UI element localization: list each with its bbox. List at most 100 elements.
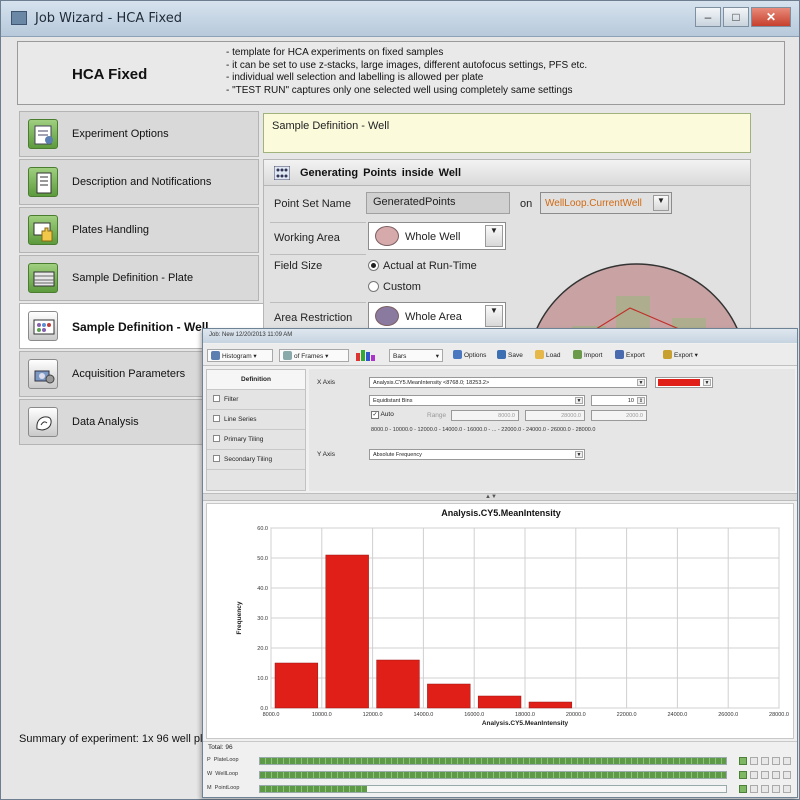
x-tick-label: 24000.0 — [667, 712, 687, 718]
panel-splitter[interactable]: ▲▼ — [203, 493, 797, 501]
point-set-name-field[interactable]: GeneratedPoints — [366, 192, 510, 214]
y-axis-select[interactable]: Absolute Frequency ▼ — [369, 449, 585, 460]
chevron-down-icon: ▼ — [575, 451, 583, 458]
histogram-select[interactable]: Histogram ▾ — [207, 349, 273, 362]
series-color-select[interactable]: ▼ — [655, 377, 713, 388]
tab-secondary-tiling[interactable]: Secondary Tiling — [207, 450, 305, 470]
channel-colors-icon[interactable] — [355, 349, 379, 362]
point-loop-row: M PointLoop — [203, 782, 797, 796]
sidebar-item-plates-handling[interactable]: Plates Handling — [19, 207, 259, 253]
field-size-actual-radio[interactable]: Actual at Run-Time — [368, 260, 477, 272]
step-field[interactable]: 2000.0 — [591, 410, 647, 421]
area-restriction-value: Whole Area — [405, 311, 462, 323]
skip-icon[interactable] — [772, 771, 780, 779]
next-icon[interactable] — [783, 771, 791, 779]
bins-count-field[interactable]: 10 ⇕ — [591, 395, 647, 406]
window-title: Job Wizard - HCA Fixed — [35, 11, 183, 26]
pause-icon[interactable] — [750, 757, 758, 765]
tab-line-series[interactable]: Line Series — [207, 410, 305, 430]
field-divider — [270, 222, 366, 223]
tab-definition[interactable]: Definition — [207, 370, 305, 390]
import-button[interactable]: Import — [573, 349, 602, 362]
frames-select[interactable]: of Frames ▾ — [279, 349, 349, 362]
histogram-bar — [274, 662, 319, 709]
pause-icon[interactable] — [750, 785, 758, 793]
auto-checkbox[interactable]: ✓ Auto — [371, 411, 394, 419]
x-tick-label: 28000.0 — [769, 712, 789, 718]
binning-select[interactable]: Equidistant Bins ▼ — [369, 395, 585, 406]
area-restriction-label: Area Restriction — [274, 312, 353, 324]
panel-header: Generating Points inside Well — [264, 160, 750, 186]
tab-label: Filter — [224, 396, 239, 403]
definition-tabs: Definition Filter Line Series Primary Ti… — [206, 369, 306, 491]
sidebar-item-label: Sample Definition - Well — [72, 320, 209, 334]
bars-select[interactable]: Bars ▾ — [389, 349, 443, 362]
loop-controls — [739, 757, 791, 765]
tab-primary-tiling[interactable]: Primary Tiling — [207, 430, 305, 450]
tab-filter[interactable]: Filter — [207, 390, 305, 410]
export-menu-icon — [663, 350, 672, 359]
checkbox-icon — [213, 395, 220, 402]
progress-fill — [260, 772, 726, 778]
sidebar-item-label: Experiment Options — [72, 128, 169, 140]
range-to-field[interactable]: 28000.0 — [525, 410, 585, 421]
tab-label: Line Series — [224, 416, 257, 423]
loop-name: WellLoop — [215, 771, 239, 777]
template-note: - it can be set to use z-stacks, large i… — [226, 59, 588, 71]
checkbox-icon — [213, 455, 220, 462]
template-note: - "TEST RUN" captures only one selected … — [226, 84, 573, 96]
area-restriction-select[interactable]: Whole Area ▼ — [368, 302, 506, 330]
y-axis-title: Frequency — [236, 601, 243, 634]
sidebar-item-experiment-options[interactable]: Experiment Options — [19, 111, 259, 157]
stop-icon[interactable] — [761, 757, 769, 765]
histogram-bar — [325, 554, 369, 709]
radio-label: Custom — [383, 281, 421, 293]
field-size-custom-radio[interactable]: Custom — [368, 281, 421, 293]
x-axis-select[interactable]: Analysis.CY5.MeanIntensity <8768.0; 1825… — [369, 377, 647, 388]
export-button[interactable]: Export — [615, 349, 645, 362]
generating-points-panel: Generating Points inside Well Point Set … — [263, 159, 751, 349]
acquisition-icon — [28, 359, 58, 389]
maximize-button[interactable]: □ — [723, 7, 749, 27]
save-button[interactable]: Save — [497, 349, 523, 362]
loop-select[interactable]: WellLoop.CurrentWell ▼ — [540, 192, 672, 214]
loop-label: M PointLoop — [207, 785, 239, 791]
working-area-select[interactable]: Whole Well ▼ — [368, 222, 506, 250]
pause-icon[interactable] — [750, 771, 758, 779]
sidebar-item-sample-plate[interactable]: Sample Definition - Plate — [19, 255, 259, 301]
x-tick-label: 10000.0 — [312, 712, 332, 718]
y-tick-label: 40.0 — [257, 586, 268, 592]
skip-icon[interactable] — [772, 757, 780, 765]
x-axis-value: Analysis.CY5.MeanIntensity <8768.0; 1825… — [373, 380, 490, 386]
sidebar-item-description[interactable]: Description and Notifications — [19, 159, 259, 205]
stop-icon[interactable] — [761, 771, 769, 779]
close-button[interactable]: ✕ — [751, 7, 791, 27]
loop-select-value: WellLoop.CurrentWell — [545, 198, 642, 209]
load-button[interactable]: Load — [535, 349, 560, 362]
point-loop-progress — [259, 785, 727, 793]
histogram-bar — [427, 683, 471, 709]
loop-controls — [739, 771, 791, 779]
next-icon[interactable] — [783, 785, 791, 793]
description-icon — [28, 167, 58, 197]
x-tick-label: 22000.0 — [617, 712, 637, 718]
checkbox-checked-icon: ✓ — [371, 411, 379, 419]
next-icon[interactable] — [783, 757, 791, 765]
working-area-swatch — [375, 226, 399, 246]
export-menu-button[interactable]: Export ▾ — [663, 349, 698, 362]
stop-icon[interactable] — [761, 785, 769, 793]
well-loop-progress — [259, 771, 727, 779]
options-button[interactable]: Options — [453, 349, 486, 362]
skip-icon[interactable] — [772, 785, 780, 793]
minimize-button[interactable]: – — [695, 7, 721, 27]
splitter-grip-icon: ▲▼ — [485, 494, 497, 500]
sidebar-item-label: Data Analysis — [72, 416, 139, 428]
job-title: Job: New 12/20/2013 11:09 AM — [203, 329, 797, 343]
histogram-icon — [211, 351, 220, 360]
bars-label: Bars — [393, 353, 407, 360]
plate-loop-progress — [259, 757, 727, 765]
sample-well-icon — [28, 311, 58, 341]
chevron-down-icon: ▼ — [575, 397, 583, 404]
range-from-field[interactable]: 8000.0 — [451, 410, 519, 421]
on-label: on — [520, 198, 533, 210]
